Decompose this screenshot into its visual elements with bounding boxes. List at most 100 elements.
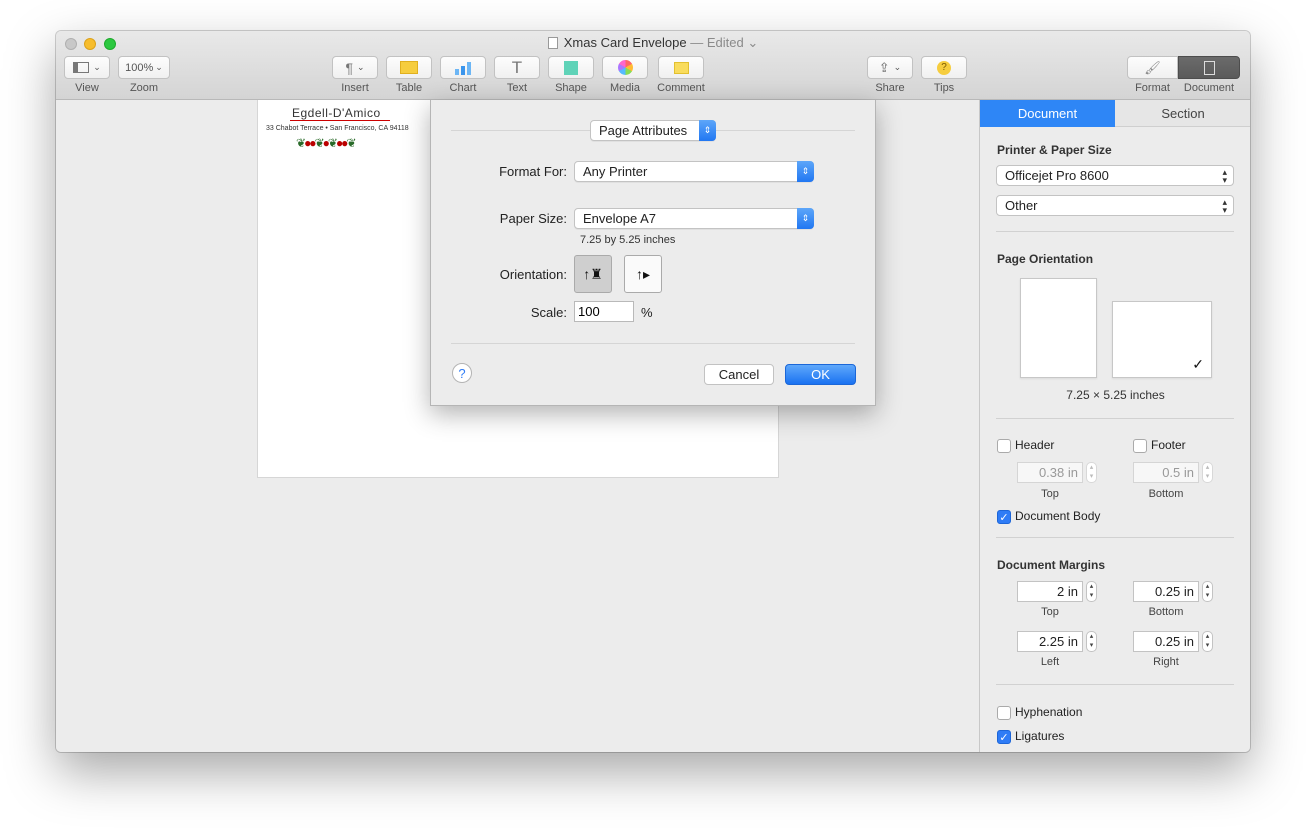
comment-icon bbox=[673, 61, 689, 74]
margin-top-stepper[interactable]: ▴ ▾ bbox=[1086, 581, 1097, 602]
printer-value: Officejet Pro 8600 bbox=[1005, 168, 1109, 183]
checkmark-icon: ✓ bbox=[1192, 356, 1204, 372]
margin-right-label: Right bbox=[1153, 656, 1179, 668]
margin-bottom-value: 0.25 in bbox=[1154, 584, 1194, 599]
updown-chevron-icon: ▴ ▾ bbox=[1222, 167, 1227, 185]
chevron-down-icon: ⌄ bbox=[155, 62, 163, 72]
margin-right-stepper[interactable]: ▴ ▾ bbox=[1202, 631, 1213, 652]
sidebar-icon bbox=[73, 62, 90, 73]
updown-chevron-icon: ▴ ▾ bbox=[1222, 197, 1227, 215]
landscape-thumbnail[interactable]: ✓ bbox=[1112, 301, 1212, 378]
settings-popup-value: Page Attributes bbox=[599, 123, 688, 138]
share-button[interactable]: ⇪ ⌄ bbox=[867, 56, 913, 79]
margin-right-field[interactable]: 0.25 in bbox=[1133, 631, 1199, 652]
zoom-label: Zoom bbox=[129, 82, 159, 94]
document-icon bbox=[547, 37, 558, 49]
holly-decoration: ❦●●❦●❦●●❦ bbox=[296, 136, 357, 150]
printer-paper-heading: Printer & Paper Size bbox=[997, 143, 1112, 157]
return-address-name[interactable]: Egdell-D'Amico bbox=[292, 106, 381, 120]
page-orientation-heading: Page Orientation bbox=[997, 252, 1094, 266]
margin-left-field[interactable]: 2.25 in bbox=[1017, 631, 1083, 652]
hyphenation-checkbox[interactable] bbox=[997, 706, 1011, 720]
document-inspector-icon bbox=[1203, 60, 1215, 75]
tips-button[interactable]: ? bbox=[921, 56, 967, 79]
ligatures-checkbox[interactable]: ✓ bbox=[997, 730, 1011, 744]
edited-indicator[interactable]: — Edited ⌄ bbox=[690, 35, 758, 50]
shape-button[interactable] bbox=[548, 56, 594, 79]
comment-button[interactable] bbox=[658, 56, 704, 79]
margin-top-label: Top bbox=[1041, 606, 1059, 618]
paintbrush-icon: 🖌 bbox=[1144, 59, 1161, 75]
return-address-street[interactable]: 33 Chabot Terrace • San Francisco, CA 94… bbox=[266, 125, 409, 132]
paper-size-inspector-value: Other bbox=[1005, 198, 1038, 213]
format-for-popup[interactable]: Any Printer ⇕ bbox=[574, 161, 814, 182]
footer-margin-stepper[interactable]: ▴ ▾ bbox=[1202, 462, 1213, 483]
document-body-checkbox[interactable]: ✓ bbox=[997, 510, 1011, 524]
cancel-button[interactable]: Cancel bbox=[704, 364, 774, 385]
footer-margin-label: Bottom bbox=[1148, 488, 1184, 500]
document-inspector: Document Section Printer & Paper Size Of… bbox=[979, 100, 1250, 752]
portrait-orientation-button[interactable]: ↑♜ bbox=[574, 255, 612, 293]
tab-document[interactable]: Document bbox=[980, 100, 1115, 127]
dialog-bottom-rule bbox=[451, 343, 855, 344]
insert-button[interactable]: ¶ ⌄ bbox=[332, 56, 378, 79]
scale-label: Scale: bbox=[530, 305, 567, 320]
header-margin-label: Top bbox=[1041, 488, 1059, 500]
toolbar: Xmas Card Envelope — Edited ⌄ ⌄ View 100… bbox=[56, 31, 1250, 100]
format-for-value: Any Printer bbox=[583, 164, 648, 179]
chart-icon bbox=[455, 61, 471, 75]
chevron-down-icon: ⌄ bbox=[893, 62, 902, 72]
header-margin-value: 0.38 in bbox=[1038, 465, 1078, 480]
orientation-dimensions: 7.25 × 5.25 inches bbox=[1066, 388, 1165, 402]
paper-size-popup-inspector[interactable]: Other ▴ ▾ bbox=[996, 195, 1234, 216]
share-label: Share bbox=[875, 82, 905, 94]
checkmark-icon: ✓ bbox=[999, 511, 1009, 524]
margin-bottom-field[interactable]: 0.25 in bbox=[1133, 581, 1199, 602]
window-title: Xmas Card Envelope — Edited ⌄ bbox=[56, 35, 1250, 51]
tab-section[interactable]: Section bbox=[1115, 100, 1250, 127]
format-for-label: Format For: bbox=[499, 164, 567, 179]
header-margin-stepper[interactable]: ▴ ▾ bbox=[1086, 462, 1097, 483]
paper-size-value: Envelope A7 bbox=[583, 211, 657, 226]
zoom-popup[interactable]: 100% ⌄ bbox=[118, 56, 170, 79]
document-button[interactable] bbox=[1178, 56, 1240, 79]
settings-popup[interactable]: Page Attributes ⇕ bbox=[590, 120, 716, 141]
margin-right-value: 0.25 in bbox=[1154, 634, 1194, 649]
document-body-label: Document Body bbox=[1015, 509, 1101, 523]
table-button[interactable] bbox=[386, 56, 432, 79]
help-button[interactable]: ? bbox=[452, 363, 472, 383]
margin-top-field[interactable]: 2 in bbox=[1017, 581, 1083, 602]
hyphenation-label: Hyphenation bbox=[1015, 705, 1083, 719]
chevron-down-icon: ⌄ bbox=[93, 62, 101, 72]
insert-label: Insert bbox=[341, 82, 369, 94]
landscape-icon: ↑▸ bbox=[635, 265, 651, 282]
media-button[interactable] bbox=[602, 56, 648, 79]
printer-popup[interactable]: Officejet Pro 8600 ▴ ▾ bbox=[996, 165, 1234, 186]
footer-checkbox[interactable] bbox=[1133, 439, 1147, 453]
document-margins-heading: Document Margins bbox=[997, 558, 1106, 572]
chart-button[interactable] bbox=[440, 56, 486, 79]
margin-bottom-stepper[interactable]: ▴ ▾ bbox=[1202, 581, 1213, 602]
ok-button[interactable]: OK bbox=[785, 364, 856, 385]
landscape-orientation-button[interactable]: ↑▸ bbox=[624, 255, 662, 293]
footer-margin-field[interactable]: 0.5 in bbox=[1133, 462, 1199, 483]
header-label: Header bbox=[1015, 438, 1055, 452]
text-icon: T bbox=[511, 57, 523, 77]
header-margin-field[interactable]: 0.38 in bbox=[1017, 462, 1083, 483]
view-button[interactable]: ⌄ bbox=[64, 56, 110, 79]
header-checkbox[interactable] bbox=[997, 439, 1011, 453]
text-button[interactable]: T bbox=[494, 56, 540, 79]
ligatures-label: Ligatures bbox=[1015, 729, 1065, 743]
portrait-thumbnail[interactable] bbox=[1020, 278, 1097, 378]
text-label: Text bbox=[506, 82, 528, 94]
margin-top-value: 2 in bbox=[1057, 584, 1078, 599]
table-label: Table bbox=[395, 82, 423, 94]
photos-icon bbox=[617, 60, 633, 75]
format-button[interactable]: 🖌 bbox=[1127, 56, 1178, 79]
address-underline bbox=[290, 120, 390, 121]
scale-input[interactable]: 100 bbox=[574, 301, 634, 322]
shape-icon bbox=[564, 60, 578, 75]
paper-size-popup[interactable]: Envelope A7 ⇕ bbox=[574, 208, 814, 229]
scale-unit: % bbox=[641, 305, 653, 320]
margin-left-stepper[interactable]: ▴ ▾ bbox=[1086, 631, 1097, 652]
